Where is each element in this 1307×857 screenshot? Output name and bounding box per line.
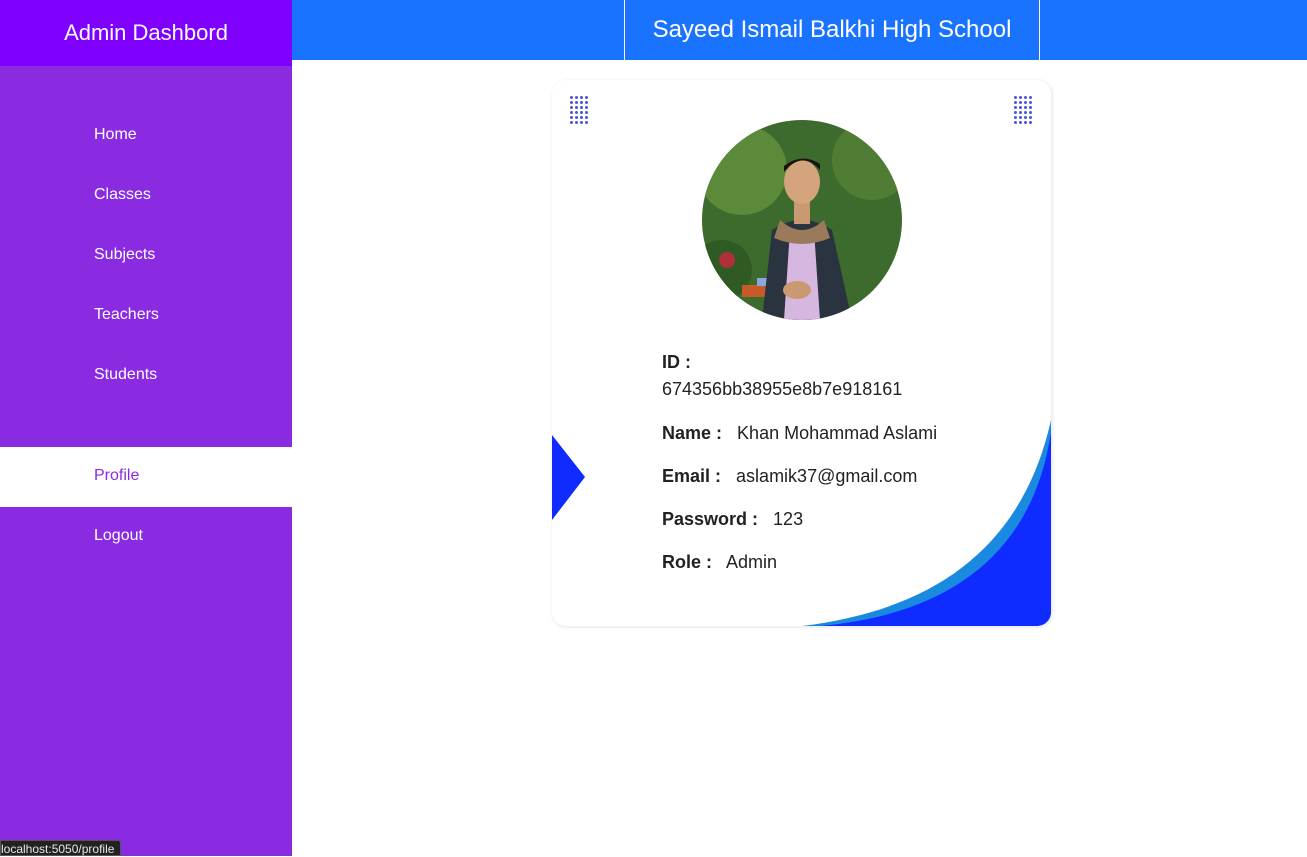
id-label: ID : [662,352,691,372]
role-value: Admin [726,552,778,572]
left-arrow-shape [552,435,585,520]
profile-avatar [702,120,902,320]
email-label: Email : [662,466,722,486]
sidebar-item-students[interactable]: Students [94,366,157,384]
sidebar-item-profile-pill[interactable] [24,447,292,507]
profile-password-row: Password : 123 [662,509,803,530]
name-label: Name : [662,423,723,443]
password-value: 123 [773,509,804,529]
id-value: 674356bb38955e8b7e918161 [662,379,903,399]
sidebar: Admin Dashbord Home Classes Subjects Tea… [0,0,292,856]
school-title: Sayeed Ismail Balkhi High School [624,0,1040,60]
profile-id-row: ID : 674356bb38955e8b7e918161 [662,352,902,400]
dots-pattern-left [570,96,588,124]
sidebar-item-logout[interactable]: Logout [94,527,143,545]
wave-dark-shape [820,432,1051,626]
profile-role-row: Role : Admin [662,552,777,573]
profile-card: ID : 674356bb38955e8b7e918161 Name : Kha… [552,80,1051,626]
sidebar-item-teachers[interactable]: Teachers [94,306,159,324]
profile-email-row: Email : aslamik37@gmail.com [662,466,917,487]
profile-name-row: Name : Khan Mohammad Aslami [662,423,937,444]
status-bar-url: localhost:5050/profile [0,840,122,856]
sidebar-item-classes[interactable]: Classes [94,186,151,204]
password-label: Password : [662,509,759,529]
role-label: Role : [662,552,713,572]
sidebar-brand: Admin Dashbord [0,0,292,66]
sidebar-item-profile[interactable]: Profile [94,467,139,485]
sidebar-item-subjects[interactable]: Subjects [94,246,155,264]
email-value: aslamik37@gmail.com [736,466,918,486]
name-value: Khan Mohammad Aslami [737,423,938,443]
sidebar-lower-block [0,507,292,856]
dots-pattern-right [1014,96,1032,124]
sidebar-item-home[interactable]: Home [94,126,137,144]
